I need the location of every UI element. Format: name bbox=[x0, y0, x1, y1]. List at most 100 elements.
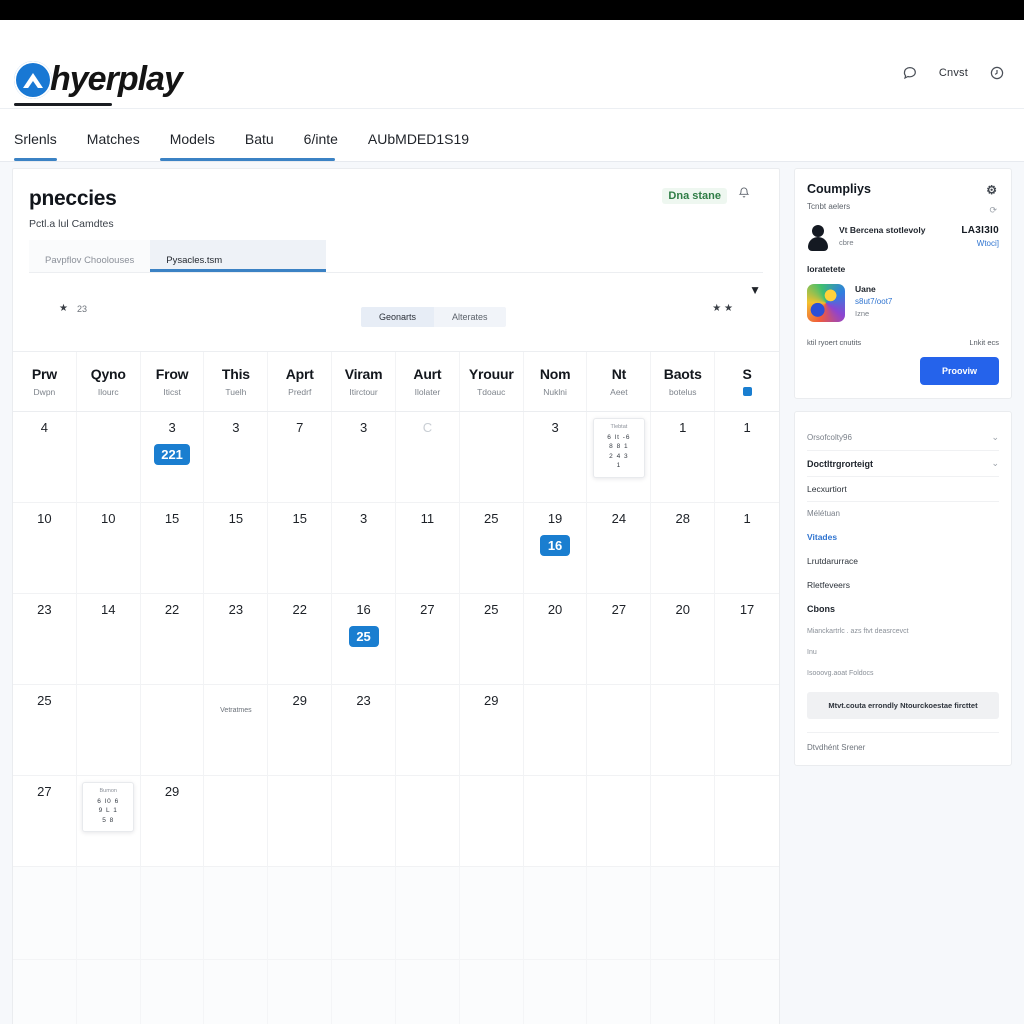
calendar-day-cell[interactable]: 10 bbox=[13, 503, 77, 594]
calendar-day-cell[interactable] bbox=[651, 685, 716, 776]
calendar-day-cell[interactable] bbox=[395, 776, 460, 867]
nav-item-3[interactable]: Batu bbox=[245, 131, 274, 161]
calendar-day-cell[interactable] bbox=[76, 685, 141, 776]
calendar-day-cell[interactable]: 29 bbox=[140, 776, 205, 867]
calendar-empty-cell[interactable] bbox=[651, 960, 716, 1024]
calendar-event-chip[interactable]: 25 bbox=[348, 626, 379, 647]
rail-item-row[interactable]: Uane s8ut7/oot7 Izne bbox=[807, 284, 999, 322]
calendar-day-cell[interactable]: 3 bbox=[523, 412, 588, 503]
rail-list-item[interactable]: Inu bbox=[807, 642, 999, 663]
calendar-day-cell[interactable] bbox=[651, 776, 716, 867]
chevron-down-icon[interactable]: ⌄ bbox=[991, 458, 999, 469]
rail-item-link[interactable]: s8ut7/oot7 bbox=[855, 297, 892, 306]
nav-item-2[interactable]: Models bbox=[159, 131, 336, 161]
calendar-day-cell[interactable]: 25 bbox=[13, 685, 77, 776]
calendar-empty-cell[interactable] bbox=[524, 960, 588, 1024]
calendar-empty-cell[interactable] bbox=[141, 960, 205, 1024]
bell-icon[interactable] bbox=[737, 186, 753, 202]
calendar-day-cell[interactable] bbox=[523, 776, 588, 867]
calendar-day-cell[interactable] bbox=[587, 776, 652, 867]
calendar-day-cell[interactable] bbox=[268, 776, 333, 867]
calendar-empty-cell[interactable] bbox=[715, 960, 779, 1024]
calendar-day-cell[interactable]: 16 25 bbox=[332, 594, 396, 685]
calendar-empty-cell[interactable] bbox=[587, 867, 652, 960]
calendar-day-cell[interactable]: 25 bbox=[459, 594, 524, 685]
calendar-day-cell[interactable]: 11 bbox=[395, 503, 460, 594]
calendar-day-cell[interactable]: 1 bbox=[715, 503, 779, 594]
calendar-day-cell[interactable]: 23 bbox=[204, 594, 269, 685]
calendar-empty-cell[interactable] bbox=[77, 960, 141, 1024]
clock-icon[interactable] bbox=[988, 64, 1006, 82]
sub-tab-1[interactable]: Pysacles.tsm bbox=[150, 240, 327, 272]
calendar-day-cell[interactable]: 25 bbox=[459, 503, 524, 594]
calendar-day-cell[interactable]: 22 bbox=[268, 594, 333, 685]
calendar-day-cell[interactable] bbox=[140, 685, 205, 776]
rail-list-item[interactable]: Mélétuan bbox=[807, 502, 999, 525]
rail-list-item[interactable]: Lrutdarurrace bbox=[807, 549, 999, 573]
calendar-day-cell[interactable]: 3 221 bbox=[140, 412, 205, 503]
calendar-day-cell[interactable]: 14 bbox=[76, 594, 141, 685]
calendar-empty-cell[interactable] bbox=[13, 960, 77, 1024]
rail-list-item[interactable]: Doctltrgrorteigt ⌄ bbox=[807, 451, 999, 477]
calendar-event-chip[interactable]: 16 bbox=[540, 535, 571, 556]
calendar-empty-cell[interactable] bbox=[395, 867, 460, 960]
chevron-down-icon[interactable]: ▼ bbox=[749, 283, 761, 297]
calendar-day-cell[interactable]: 24 bbox=[587, 503, 652, 594]
gear-icon[interactable]: ⚙ bbox=[986, 183, 997, 197]
rail-list-item[interactable]: Orsofcolty96 ⌄ bbox=[807, 425, 999, 451]
calendar-day-cell[interactable]: 29 bbox=[459, 685, 524, 776]
calendar-day-cell[interactable]: 1 bbox=[651, 412, 716, 503]
calendar-day-cell[interactable] bbox=[204, 776, 269, 867]
calendar-day-cell[interactable] bbox=[459, 412, 524, 503]
calendar-empty-cell[interactable] bbox=[204, 960, 269, 1024]
rail-list-item[interactable]: Rletfeveers bbox=[807, 573, 999, 597]
calendar-empty-cell[interactable] bbox=[332, 867, 396, 960]
rail-list-item[interactable]: Mianckartrlc . azs ftvt deasrcevct bbox=[807, 621, 999, 642]
calendar-event-chip[interactable]: 221 bbox=[154, 444, 190, 465]
chat-bubble-icon[interactable] bbox=[901, 64, 919, 82]
calendar-day-cell[interactable]: 1 bbox=[715, 412, 779, 503]
segment-1[interactable]: Alterates bbox=[434, 307, 506, 327]
calendar-empty-cell[interactable] bbox=[204, 867, 269, 960]
calendar-empty-cell[interactable] bbox=[396, 960, 460, 1024]
person-row[interactable]: Vt Bercena stotlevoly cbre LA3I3I0 Wtoci… bbox=[807, 225, 999, 251]
rail-list-item[interactable]: Isooovg.aoat Foldocs bbox=[807, 663, 999, 684]
sub-tab-0[interactable]: Pavpflov Choolouses bbox=[29, 240, 151, 272]
calendar-day-cell[interactable]: 23 bbox=[13, 594, 77, 685]
nav-item-4[interactable]: 6/inte bbox=[304, 131, 338, 161]
calendar-day-cell[interactable]: 3 bbox=[332, 412, 396, 503]
preview-button[interactable]: Prooviw bbox=[919, 357, 999, 385]
calendar-day-cell[interactable] bbox=[587, 685, 652, 776]
calendar-day-cell[interactable]: 20 bbox=[523, 594, 588, 685]
calendar-empty-cell[interactable] bbox=[332, 960, 396, 1024]
calendar-empty-cell[interactable] bbox=[459, 867, 524, 960]
calendar-empty-cell[interactable] bbox=[715, 867, 779, 960]
segment-0[interactable]: Geonarts bbox=[361, 307, 435, 327]
calendar-empty-cell[interactable] bbox=[140, 867, 205, 960]
rail-list-item[interactable]: Vitades bbox=[807, 525, 999, 549]
calendar-day-cell[interactable]: 27 bbox=[587, 594, 652, 685]
calendar-day-cell[interactable]: C bbox=[395, 412, 460, 503]
nav-item-0[interactable]: Srlenls bbox=[14, 131, 57, 161]
brand[interactable]: hyerplay bbox=[14, 60, 188, 99]
calendar-empty-cell[interactable] bbox=[587, 960, 652, 1024]
person-link[interactable]: Wtoci] bbox=[961, 239, 999, 248]
calendar-empty-cell[interactable] bbox=[460, 960, 524, 1024]
nav-item-1[interactable]: Matches bbox=[87, 131, 140, 161]
calendar-day-cell[interactable] bbox=[395, 685, 460, 776]
calendar-day-cell[interactable] bbox=[76, 412, 141, 503]
calendar-day-cell[interactable]: 19 16 bbox=[523, 503, 588, 594]
calendar-day-cell[interactable]: 10 bbox=[76, 503, 141, 594]
calendar-day-cell[interactable] bbox=[523, 685, 588, 776]
rail-list-item[interactable]: Lecxurtiort bbox=[807, 477, 999, 502]
calendar-day-cell[interactable]: 17 bbox=[715, 594, 779, 685]
calendar-day-cell[interactable]: 15 bbox=[268, 503, 333, 594]
calendar-day-cell[interactable]: 20 bbox=[651, 594, 716, 685]
refresh-icon[interactable]: ⟳ bbox=[989, 205, 997, 216]
calendar-day-cell[interactable]: 23 bbox=[332, 685, 396, 776]
calendar-day-cell[interactable]: 22 bbox=[140, 594, 205, 685]
mini-calendar-popover[interactable]: Tlebtat 6 lt -6 8 8 12 4 3 1 bbox=[592, 418, 645, 478]
calendar-day-cell[interactable] bbox=[715, 685, 779, 776]
calendar-day-cell[interactable] bbox=[459, 776, 524, 867]
calendar-empty-cell[interactable] bbox=[76, 867, 141, 960]
